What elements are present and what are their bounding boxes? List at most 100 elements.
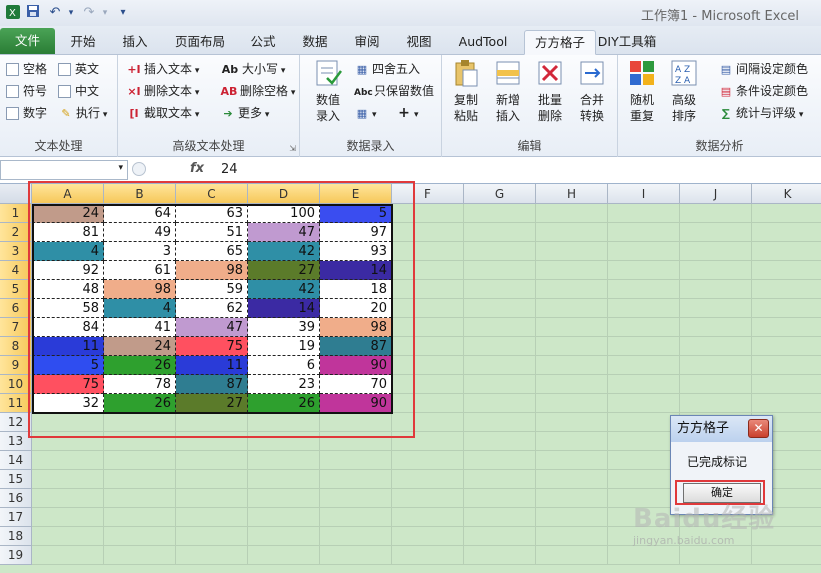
- cell-g17[interactable]: [464, 508, 536, 527]
- tab-view[interactable]: 视图: [398, 30, 440, 55]
- cell-c14[interactable]: [176, 451, 248, 470]
- cell-h19[interactable]: [536, 546, 608, 565]
- input-tools-button[interactable]: ▦ ▾: [354, 103, 377, 123]
- cell-g9[interactable]: [464, 356, 536, 375]
- cell-f14[interactable]: [392, 451, 464, 470]
- cell-j1[interactable]: [680, 204, 752, 223]
- column-header-k[interactable]: K: [752, 184, 821, 204]
- tab-insert[interactable]: 插入: [112, 30, 158, 55]
- cell-g3[interactable]: [464, 242, 536, 261]
- cell-j7[interactable]: [680, 318, 752, 337]
- cell-h4[interactable]: [536, 261, 608, 280]
- name-box[interactable]: ▾: [0, 160, 128, 180]
- insert-text-button[interactable]: +I 插入文本 ▾: [126, 59, 199, 79]
- merge-convert-button[interactable]: 合并 转换: [572, 58, 612, 124]
- cell-g4[interactable]: [464, 261, 536, 280]
- name-box-dropdown-icon[interactable]: ▾: [118, 163, 123, 173]
- customize-quick-access-icon[interactable]: ▾: [114, 4, 132, 22]
- cell-g12[interactable]: [464, 413, 536, 432]
- cell-g19[interactable]: [464, 546, 536, 565]
- cell-i2[interactable]: [608, 223, 680, 242]
- stats-rating-button[interactable]: ∑ 统计与评级 ▾: [718, 103, 803, 123]
- cell-k6[interactable]: [752, 299, 821, 318]
- batch-delete-button[interactable]: 批量 删除: [530, 58, 570, 124]
- cell-i5[interactable]: [608, 280, 680, 299]
- checkbox-number[interactable]: 数字: [6, 104, 47, 122]
- dialog-launcher-icon[interactable]: ⇲: [289, 144, 296, 153]
- cell-e16[interactable]: [320, 489, 392, 508]
- cell-i9[interactable]: [608, 356, 680, 375]
- tab-file[interactable]: 文件: [0, 28, 55, 54]
- checkbox-english[interactable]: 英文: [58, 60, 99, 78]
- tab-home[interactable]: 开始: [60, 30, 106, 55]
- cell-h5[interactable]: [536, 280, 608, 299]
- cell-i1[interactable]: [608, 204, 680, 223]
- checkbox-space[interactable]: 空格: [6, 60, 47, 78]
- value-input-button[interactable]: 数值 录入: [306, 58, 350, 124]
- cell-g1[interactable]: [464, 204, 536, 223]
- cell-g13[interactable]: [464, 432, 536, 451]
- cell-j11[interactable]: [680, 394, 752, 413]
- cell-a17[interactable]: [32, 508, 104, 527]
- condition-color-button[interactable]: ▤ 条件设定颜色: [718, 81, 808, 101]
- advanced-sort-button[interactable]: A ZZ A 高级 排序: [664, 58, 704, 124]
- cell-k5[interactable]: [752, 280, 821, 299]
- cell-d17[interactable]: [248, 508, 320, 527]
- cell-g11[interactable]: [464, 394, 536, 413]
- column-header-h[interactable]: H: [536, 184, 608, 204]
- new-insert-button[interactable]: 新增 插入: [488, 58, 528, 124]
- row-header-15[interactable]: 15: [0, 470, 32, 489]
- cell-i19[interactable]: [608, 546, 680, 565]
- cell-c15[interactable]: [176, 470, 248, 489]
- cell-k9[interactable]: [752, 356, 821, 375]
- cell-h17[interactable]: [536, 508, 608, 527]
- tab-review[interactable]: 审阅: [346, 30, 388, 55]
- execute-button[interactable]: ✎ 执行 ▾: [58, 103, 107, 123]
- cell-f18[interactable]: [392, 527, 464, 546]
- cell-k11[interactable]: [752, 394, 821, 413]
- cell-a15[interactable]: [32, 470, 104, 489]
- cell-j8[interactable]: [680, 337, 752, 356]
- copy-paste-button[interactable]: 复制 粘贴: [446, 58, 486, 124]
- cell-g15[interactable]: [464, 470, 536, 489]
- cell-h14[interactable]: [536, 451, 608, 470]
- save-icon[interactable]: [24, 4, 42, 22]
- tab-formulas[interactable]: 公式: [242, 30, 284, 55]
- tab-data[interactable]: 数据: [294, 30, 336, 55]
- round-button[interactable]: ▦ 四舍五入: [354, 59, 420, 79]
- cell-j2[interactable]: [680, 223, 752, 242]
- delete-space-button[interactable]: AB 删除空格 ▾: [220, 81, 296, 101]
- cell-h12[interactable]: [536, 413, 608, 432]
- cell-j4[interactable]: [680, 261, 752, 280]
- cell-k4[interactable]: [752, 261, 821, 280]
- cell-c16[interactable]: [176, 489, 248, 508]
- cell-a18[interactable]: [32, 527, 104, 546]
- cell-d16[interactable]: [248, 489, 320, 508]
- cell-e18[interactable]: [320, 527, 392, 546]
- extract-text-button[interactable]: [I 截取文本 ▾: [126, 103, 199, 123]
- excel-app-icon[interactable]: X: [4, 4, 22, 22]
- cell-f17[interactable]: [392, 508, 464, 527]
- cell-b14[interactable]: [104, 451, 176, 470]
- cell-b18[interactable]: [104, 527, 176, 546]
- cell-f19[interactable]: [392, 546, 464, 565]
- cell-k10[interactable]: [752, 375, 821, 394]
- cell-k7[interactable]: [752, 318, 821, 337]
- cell-b19[interactable]: [104, 546, 176, 565]
- cell-g6[interactable]: [464, 299, 536, 318]
- cell-h13[interactable]: [536, 432, 608, 451]
- cell-d14[interactable]: [248, 451, 320, 470]
- cell-h1[interactable]: [536, 204, 608, 223]
- row-header-16[interactable]: 16: [0, 489, 32, 508]
- cell-h6[interactable]: [536, 299, 608, 318]
- row-header-14[interactable]: 14: [0, 451, 32, 470]
- close-icon[interactable]: ✕: [748, 419, 769, 438]
- cell-j6[interactable]: [680, 299, 752, 318]
- cell-e14[interactable]: [320, 451, 392, 470]
- cell-a16[interactable]: [32, 489, 104, 508]
- cell-k2[interactable]: [752, 223, 821, 242]
- cell-i6[interactable]: [608, 299, 680, 318]
- cell-d18[interactable]: [248, 527, 320, 546]
- cell-k3[interactable]: [752, 242, 821, 261]
- tab-audtool[interactable]: AudTool: [450, 30, 516, 55]
